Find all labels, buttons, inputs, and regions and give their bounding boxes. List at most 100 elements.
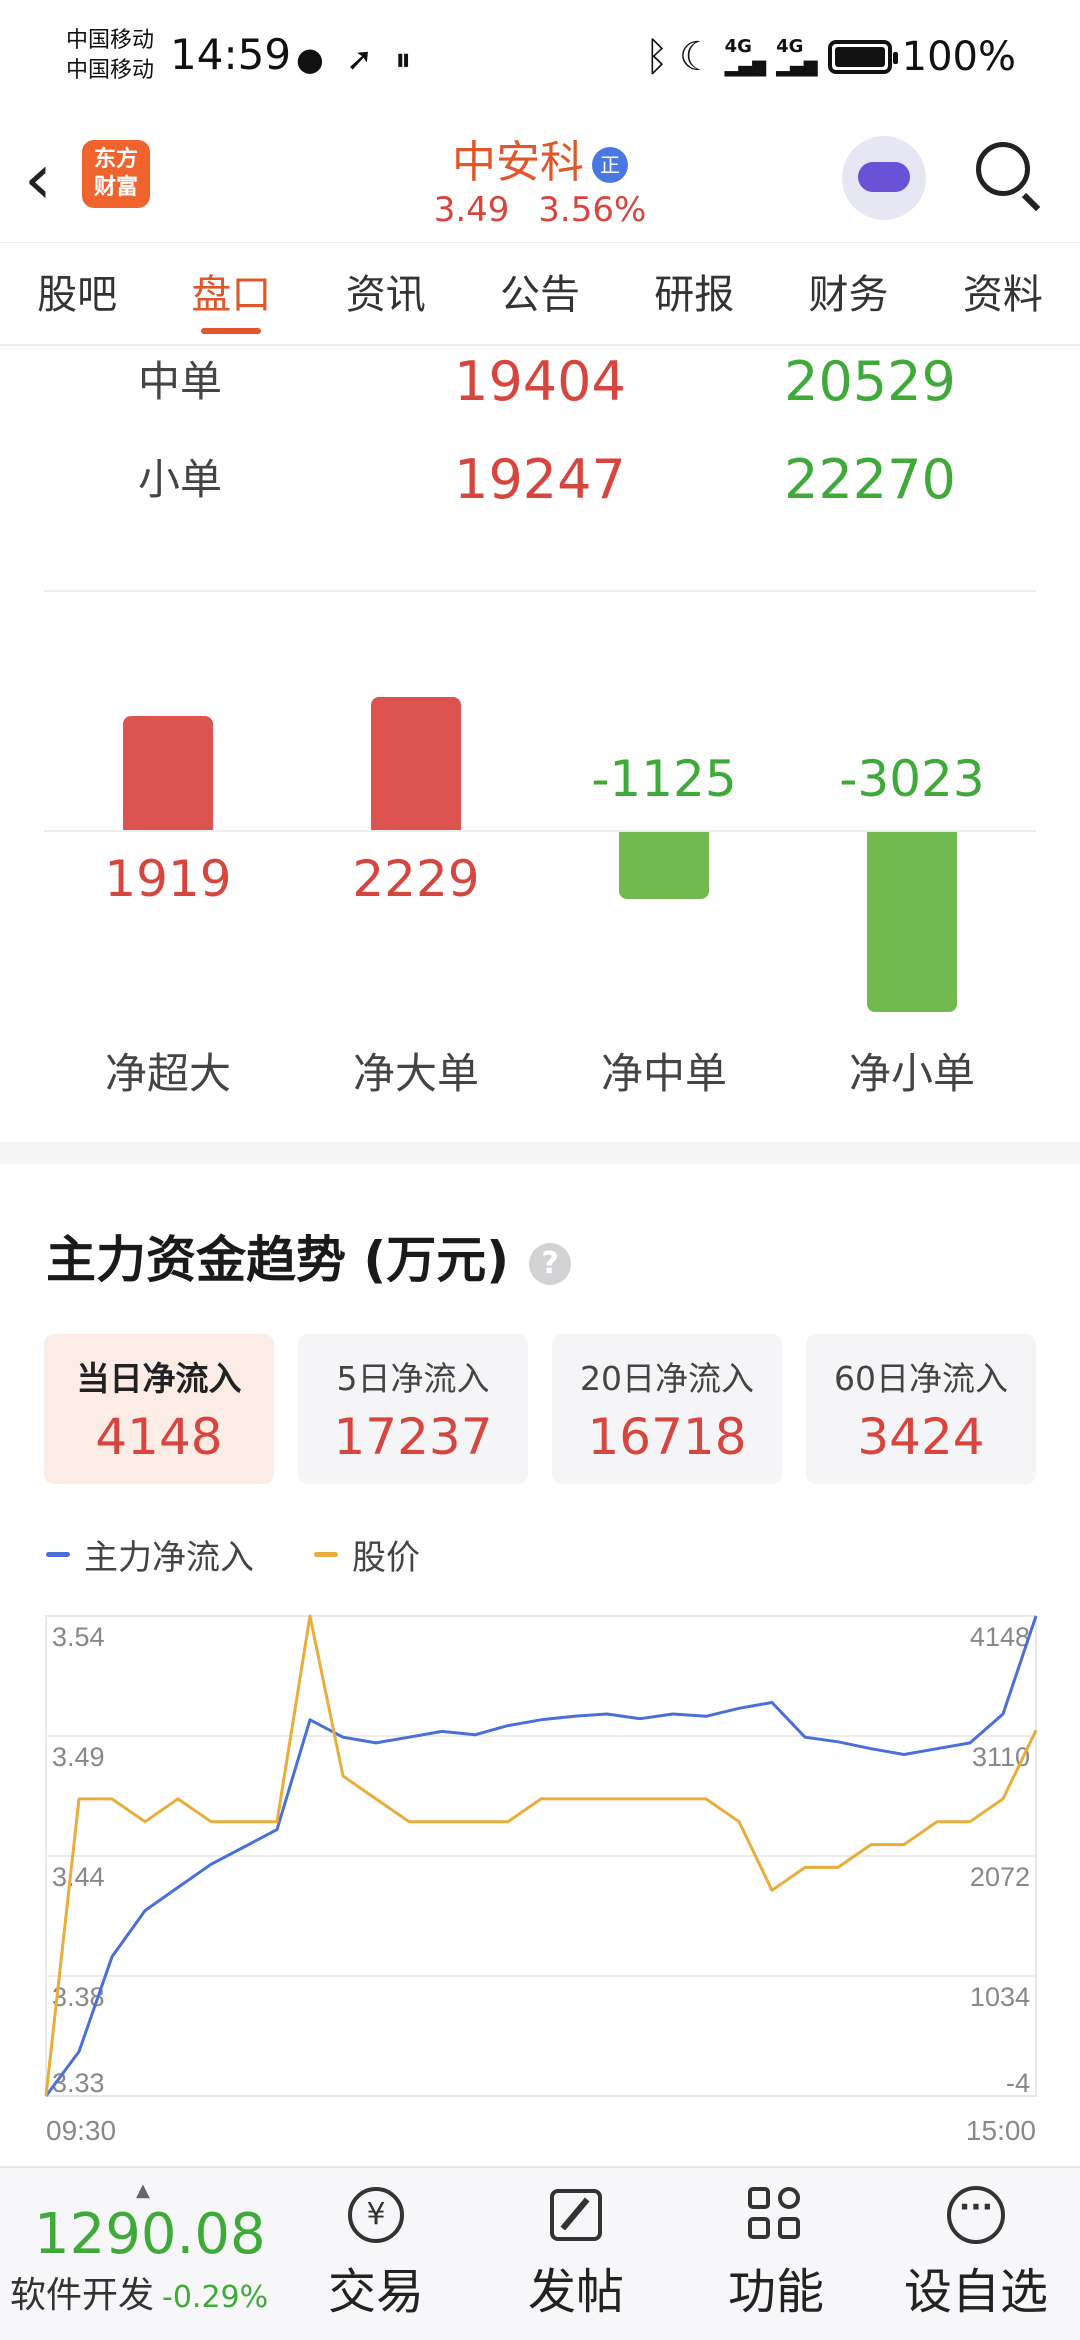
notification-icons: ● ➚ ⏸ — [296, 40, 417, 79]
yuan-icon: ¥ — [348, 2187, 404, 2243]
bottom-bar: ▲ 1290.08 软件开发 -0.29% ¥ 交易 发帖 功能 ··· 设自选 — [0, 2166, 1080, 2340]
net-flow-bar — [123, 715, 213, 830]
system-icons: ᛒ ☾ 4G ▂▄▆ 4G ▂▄▆ 100% — [645, 34, 1016, 80]
tab-guba[interactable]: 股吧 — [0, 243, 154, 344]
index-value: 1290.08 — [34, 2202, 266, 2267]
nav-add-watchlist[interactable]: ··· 设自选 — [896, 2182, 1056, 2322]
card-value: 16718 — [587, 1408, 747, 1466]
order-label: 中单 — [137, 357, 222, 406]
net-flow-category: 净中单 — [600, 1049, 727, 1098]
card-value: 17237 — [333, 1408, 493, 1466]
tab-finance[interactable]: 财务 — [771, 243, 925, 344]
tab-pankou[interactable]: 盘口 — [154, 243, 308, 344]
search-icon[interactable] — [976, 142, 1041, 212]
stock-header: ‹ 东方 财富 中安科正 3.49 3.56% — [0, 120, 1080, 242]
y-left-tick: 3.54 — [52, 1622, 105, 1652]
stock-name: 中安科 — [452, 137, 584, 188]
carrier-2: 中国移动 — [66, 58, 155, 83]
nav-trade[interactable]: ¥ 交易 — [296, 2182, 456, 2322]
help-icon[interactable]: ? — [529, 1242, 572, 1285]
stock-price: 3.49 — [433, 190, 510, 230]
card-60d-inflow[interactable]: 60日净流入 3424 — [806, 1334, 1036, 1484]
tab-news[interactable]: 资讯 — [309, 243, 463, 344]
status-bar: 中国移动 中国移动 14:59 ● ➚ ⏸ ᛒ ☾ 4G ▂▄▆ 4G ▂▄▆ 10… — [0, 0, 1080, 120]
assistant-robot-icon[interactable] — [842, 136, 926, 220]
y-left-tick: 3.33 — [52, 2068, 105, 2098]
tab-announcement[interactable]: 公告 — [463, 243, 617, 344]
nav-label: 交易 — [327, 2264, 424, 2320]
x-tick-end: 15:00 — [966, 2115, 1036, 2146]
order-inflow: 19247 — [454, 448, 626, 511]
card-title: 5日净流入 — [336, 1359, 490, 1398]
divider — [44, 590, 1036, 592]
trend-section-header: 主力资金趋势 (万元)? — [46, 1220, 572, 1292]
more-icon: ··· — [947, 2186, 1005, 2244]
card-title: 20日净流入 — [580, 1359, 754, 1398]
y-right-tick: -4 — [1006, 2068, 1030, 2098]
moon-icon: ☾ — [678, 34, 715, 80]
legend-swatch — [46, 1552, 70, 1557]
y-right-tick: 1034 — [970, 1982, 1030, 2012]
send-icon: ➚ — [346, 40, 379, 78]
section-gap — [0, 1142, 1080, 1164]
card-value: 4148 — [95, 1408, 223, 1466]
net-flow-bar — [371, 697, 461, 830]
y-left-tick: 3.44 — [52, 1862, 105, 1892]
card-5d-inflow[interactable]: 5日净流入 17237 — [298, 1334, 528, 1484]
tab-bar: 股吧 盘口 资讯 公告 研报 财务 资料 — [0, 242, 1080, 346]
index-name-line: 软件开发 -0.29% — [10, 2266, 268, 2318]
order-outflow: 20529 — [784, 350, 956, 413]
bluetooth-icon: ᛒ — [644, 34, 669, 80]
legend-item-price: 股价 — [314, 1530, 420, 1579]
wechat-icon: ● — [296, 40, 330, 78]
net-flow-value: -3023 — [839, 750, 985, 808]
signal-icon-2: 4G ▂▄▆ — [776, 36, 818, 77]
order-row-medium: 中单 19404 20529 — [0, 342, 1080, 422]
card-value: 3424 — [857, 1408, 985, 1466]
battery-icon — [827, 40, 898, 74]
legend-item-main: 主力净流入 — [46, 1530, 254, 1579]
net-flow-value: 1919 — [104, 850, 232, 908]
card-title: 当日净流入 — [76, 1359, 242, 1398]
legend-label: 主力净流入 — [84, 1538, 254, 1578]
nav-label: 设自选 — [903, 2264, 1048, 2320]
net-flow-bar-chart: 1919 净超大 2229 净大单 -1125 净中单 -3023 净小单 — [0, 640, 1080, 1110]
tag-badge: 正 — [592, 147, 628, 183]
y-right-tick: 4148 — [970, 1622, 1030, 1652]
y-right-tick: 3110 — [972, 1742, 1030, 1772]
caret-up-icon: ▲ — [136, 2180, 150, 2201]
carrier-info: 中国移动 中国移动 — [66, 26, 154, 86]
net-flow-category: 净小单 — [848, 1049, 975, 1098]
tab-research[interactable]: 研报 — [617, 243, 771, 344]
tab-profile[interactable]: 资料 — [926, 243, 1080, 344]
y-left-tick: 3.49 — [52, 1742, 105, 1772]
net-flow-bar — [867, 832, 957, 1012]
nav-post[interactable]: 发帖 — [496, 2182, 656, 2322]
edit-icon — [550, 2189, 602, 2241]
x-tick-start: 09:30 — [46, 2115, 116, 2146]
carrier-1: 中国移动 — [66, 28, 155, 53]
card-title: 60日净流入 — [834, 1359, 1008, 1398]
legend-swatch — [314, 1552, 338, 1557]
order-outflow: 22270 — [784, 448, 956, 511]
y-right-tick: 2072 — [970, 1862, 1030, 1892]
nav-label: 发帖 — [527, 2264, 624, 2320]
signal-icon-1: 4G ▂▄▆ — [724, 36, 767, 77]
chart-legend: 主力净流入 股价 — [46, 1530, 480, 1579]
index-name: 软件开发 — [10, 2275, 155, 2316]
pause-icon: ⏸ — [395, 40, 418, 78]
order-row-small: 小单 19247 22270 — [0, 440, 1080, 520]
net-flow-bar — [619, 832, 709, 899]
clock: 14:59 — [170, 30, 292, 79]
fund-trend-line-chart: 3.54 41483.49 31103.44 20723.38 10343.33 -409… — [44, 1614, 1038, 2146]
net-flow-category: 净大单 — [352, 1049, 479, 1098]
card-today-inflow[interactable]: 当日净流入 4148 — [44, 1334, 274, 1484]
order-label: 小单 — [137, 455, 222, 504]
nav-functions[interactable]: 功能 — [696, 2182, 856, 2322]
stock-change: 3.56% — [538, 190, 647, 230]
nav-label: 功能 — [727, 2264, 824, 2320]
net-flow-value: -1125 — [591, 750, 737, 808]
legend-label: 股价 — [352, 1538, 420, 1578]
card-20d-inflow[interactable]: 20日净流入 16718 — [552, 1334, 782, 1484]
battery-percent: 100% — [901, 34, 1016, 80]
